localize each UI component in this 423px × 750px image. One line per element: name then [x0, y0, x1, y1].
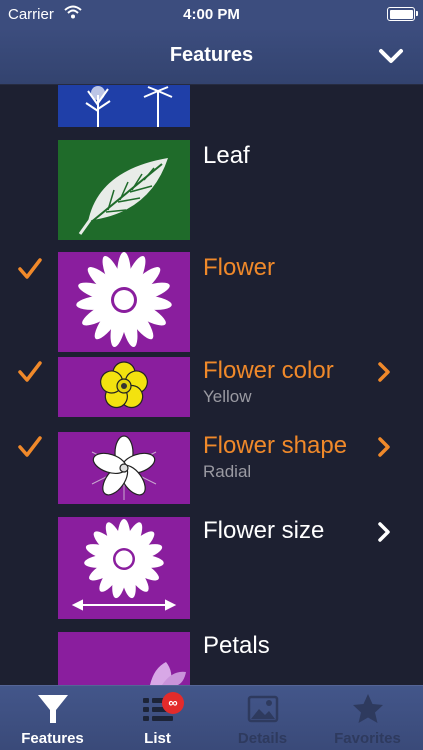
list-item-flower-size[interactable]: Flower size — [0, 517, 423, 619]
radial-flower-thumbnail — [58, 432, 190, 504]
yellow-flower-thumbnail — [58, 357, 190, 417]
row-title: Flower color — [203, 357, 334, 384]
list-item-leaf[interactable]: Leaf — [0, 140, 423, 240]
tab-details[interactable]: Details — [210, 686, 315, 750]
battery-icon — [387, 7, 418, 21]
feature-list[interactable]: Leaf Flower Flower color Yellow Flower s… — [0, 85, 423, 685]
list-count-badge: ∞ — [162, 692, 184, 714]
list-item[interactable] — [0, 85, 423, 130]
tab-label: Details — [237, 730, 288, 747]
tab-list[interactable]: ∞ List — [105, 686, 210, 750]
tab-favorites[interactable]: Favorites — [315, 686, 420, 750]
page-title: Features — [169, 44, 254, 66]
row-title: Petals — [203, 632, 270, 659]
trees-thumbnail — [58, 85, 190, 127]
tab-label: List — [144, 730, 171, 747]
star-icon — [353, 694, 383, 723]
list-item-flower-color[interactable]: Flower color Yellow — [0, 357, 423, 419]
list-item-flower[interactable]: Flower — [0, 252, 423, 352]
status-bar: Carrier 4:00 PM — [0, 0, 423, 28]
chevron-right-icon — [378, 522, 390, 542]
petals-thumbnail — [58, 632, 190, 685]
navigation-bar: Features — [0, 28, 423, 85]
list-item-petals[interactable]: Petals — [0, 632, 423, 685]
chevron-right-icon — [378, 437, 390, 457]
row-title: Leaf — [203, 142, 250, 169]
checkmark-icon — [18, 258, 42, 279]
row-title: Flower — [203, 254, 276, 281]
row-subtitle: Radial — [203, 462, 252, 481]
row-subtitle: Yellow — [203, 387, 252, 406]
list-item-flower-shape[interactable]: Flower shape Radial — [0, 432, 423, 504]
chevron-right-icon — [378, 362, 390, 382]
row-title: Flower shape — [203, 432, 348, 459]
flower-thumbnail — [58, 252, 190, 352]
tab-label: Favorites — [334, 730, 401, 747]
clock: 4:00 PM — [183, 6, 240, 23]
flower-size-thumbnail — [58, 517, 190, 619]
image-icon — [247, 695, 279, 723]
funnel-icon — [38, 695, 68, 723]
chevron-down-icon[interactable] — [377, 44, 405, 68]
tab-bar: Features ∞ List Details Favorites — [0, 685, 423, 750]
row-title: Flower size — [203, 517, 325, 544]
tab-features[interactable]: Features — [0, 686, 105, 750]
leaf-thumbnail — [58, 140, 190, 240]
checkmark-icon — [18, 361, 42, 382]
checkmark-icon — [18, 436, 42, 457]
tab-label: Features — [21, 730, 84, 747]
